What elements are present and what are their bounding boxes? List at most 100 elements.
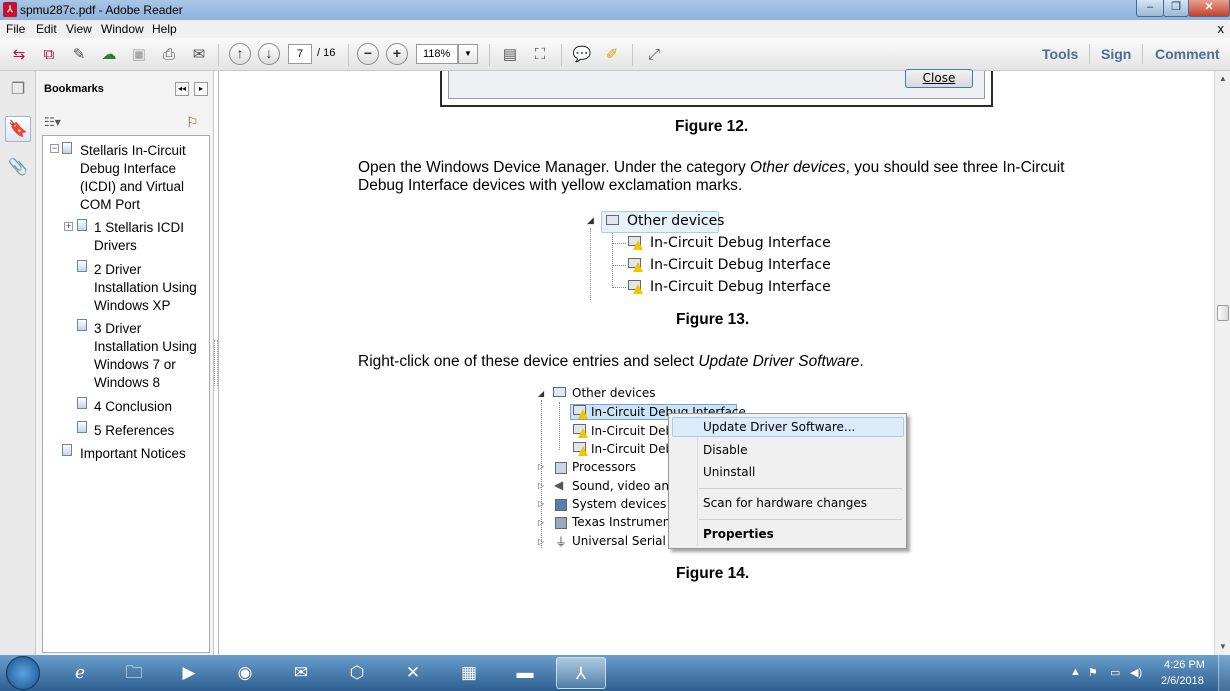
bookmarks-title: Bookmarks <box>44 83 104 95</box>
email-icon[interactable]: ✉ <box>188 44 210 66</box>
figure-14-caption: Figure 14. <box>676 565 750 582</box>
bookmarks-icon[interactable]: 🔖 <box>5 116 31 142</box>
fit-page-icon[interactable]: ▤ <box>499 44 521 66</box>
bookmark-tree: − Stellaris In-Circuit Debug Interface (… <box>42 135 210 653</box>
bookmark-line: Installation Using <box>94 339 197 354</box>
adobe-reader-icon: ⅄ <box>3 2 17 17</box>
menu-view[interactable]: View <box>66 22 92 36</box>
bookmarks-panel: Bookmarks ◂◂ ▸ ☷▾ ⚐ − Stellaris In-Circu… <box>36 71 214 655</box>
figure-13-caption: Figure 13. <box>676 311 750 328</box>
close-window-button[interactable]: ✕ <box>1188 0 1230 17</box>
action-center-icon[interactable]: ⚑ <box>1088 666 1098 679</box>
network-icon[interactable]: ▭ <box>1110 666 1120 679</box>
fullscreen-icon[interactable]: ⤢ <box>643 44 665 66</box>
scroll-up-icon[interactable]: ▲ <box>1215 71 1230 87</box>
bookmark-line: Drivers <box>94 238 137 253</box>
warning-triangle <box>633 240 643 250</box>
show-desktop-button[interactable] <box>1218 655 1230 691</box>
sign-link[interactable]: Sign <box>1101 46 1131 62</box>
bookmark-windows-xp[interactable]: 2 Driver Installation Using Windows XP <box>94 261 197 315</box>
menu-edit[interactable]: Edit <box>36 22 57 36</box>
taskbar: ℯ 🗀 ▶ ◉ ✉ ⬡ ✕ ▦ ▬ ⅄ ▲ ⚑ ▭ ◀) 4:26 PM 2/6… <box>0 655 1230 691</box>
bookmark-windows-7-8[interactable]: 3 Driver Installation Using Windows 7 or… <box>94 320 197 392</box>
navigation-rail: ❐ 🔖 📎 <box>0 71 36 655</box>
bookmark-line: 2 Driver <box>94 262 142 277</box>
highlight-icon[interactable]: ✐ <box>601 44 623 66</box>
menu-help[interactable]: Help <box>152 22 177 36</box>
toolbox-icon[interactable]: ▬ <box>500 657 550 689</box>
previous-page-icon[interactable]: ↑ <box>229 43 251 65</box>
texas-instruments-icon <box>555 517 567 529</box>
scroll-down-icon[interactable]: ▼ <box>1215 639 1230 655</box>
maximize-button[interactable]: ❐ <box>1163 0 1189 17</box>
edit-icon[interactable]: ✎ <box>68 44 90 66</box>
save-icon[interactable]: ▣ <box>128 44 150 66</box>
bookmark-line: Windows 7 or <box>94 357 176 372</box>
vertical-scrollbar[interactable]: ▲ ▼ <box>1214 71 1230 655</box>
expand-panel-icon[interactable]: ▸ <box>194 82 208 96</box>
fit-width-icon[interactable]: ⛶ <box>529 44 551 66</box>
next-page-icon[interactable]: ↓ <box>258 43 280 65</box>
adobe-reader-taskbar-icon[interactable]: ⅄ <box>556 657 606 689</box>
collapse-panel-icon[interactable]: ◂◂ <box>175 82 189 96</box>
clock-time[interactable]: 4:26 PM <box>1164 659 1205 671</box>
control-panel-icon[interactable]: ▦ <box>444 657 494 689</box>
tree-connector <box>612 243 626 244</box>
warning-device-icon <box>573 424 588 438</box>
menu-scan-hardware: Scan for hardware changes <box>703 496 868 510</box>
warning-device-icon <box>628 258 643 272</box>
category-processors: Processors <box>572 460 637 474</box>
tools-link[interactable]: Tools <box>1042 46 1078 62</box>
package-icon[interactable]: ⬡ <box>332 657 382 689</box>
tree-connector <box>590 228 591 300</box>
paragraph-2: Right-click one of these device entries … <box>358 353 1058 371</box>
internet-explorer-icon[interactable]: ℯ <box>55 657 105 689</box>
menu-file[interactable]: File <box>6 22 25 36</box>
bookmark-references[interactable]: 5 References <box>94 422 174 440</box>
excel-icon[interactable]: ✕ <box>388 657 438 689</box>
menu-separator <box>699 519 902 520</box>
menu-window[interactable]: Window <box>101 22 144 36</box>
attachments-icon[interactable]: 📎 <box>5 155 31 181</box>
zoom-in-button[interactable]: + <box>386 43 408 65</box>
file-explorer-icon[interactable]: 🗀 <box>109 657 159 689</box>
firefox-icon[interactable]: ◉ <box>220 657 270 689</box>
volume-icon[interactable]: ◀) <box>1130 666 1142 679</box>
close-document-icon[interactable]: x <box>1218 21 1225 36</box>
collapse-arrow-icon: ◢ <box>538 389 545 398</box>
start-button[interactable] <box>6 656 40 690</box>
bookmark-conclusion[interactable]: 4 Conclusion <box>94 398 172 416</box>
outlook-icon[interactable]: ✉ <box>276 657 326 689</box>
zoom-out-button[interactable]: − <box>357 43 379 65</box>
print-icon[interactable]: ⎙ <box>158 44 180 66</box>
media-player-icon[interactable]: ▶ <box>164 657 214 689</box>
expand-toggle-icon[interactable]: + <box>64 222 73 231</box>
unknown-device-icon <box>606 215 619 229</box>
bookmark-line: Windows XP <box>94 298 171 313</box>
tree-connector <box>612 265 626 266</box>
bookmark-line: Windows 8 <box>94 375 161 390</box>
page-number-input[interactable]: 7 <box>288 44 312 64</box>
sticky-note-icon[interactable]: 💬 <box>571 44 593 66</box>
tray-chevron-icon[interactable]: ▲ <box>1070 666 1081 678</box>
scroll-thumb[interactable] <box>1217 305 1229 321</box>
delete-bookmark-icon[interactable]: ⚐ <box>186 114 199 131</box>
warning-triangle <box>633 284 643 294</box>
expand-arrow-icon: ▷ <box>538 537 545 546</box>
collapse-toggle-icon[interactable]: − <box>50 144 59 153</box>
clock-date[interactable]: 2/6/2018 <box>1161 675 1204 687</box>
system-tray: ▲ ⚑ ▭ ◀) <box>1064 655 1230 691</box>
page-thumbnails-icon[interactable]: ❐ <box>5 77 31 103</box>
monitor-shape <box>606 215 619 225</box>
create-pdf-icon[interactable]: ⇆ <box>8 44 30 66</box>
minimize-button[interactable]: – <box>1136 0 1164 17</box>
comment-link[interactable]: Comment <box>1155 46 1220 62</box>
bookmark-icdi-drivers[interactable]: 1 Stellaris ICDI Drivers <box>94 219 184 255</box>
zoom-input[interactable]: 118% <box>416 44 458 64</box>
upload-icon[interactable]: ☁ <box>98 44 120 66</box>
bookmark-stellaris-icdi[interactable]: Stellaris In-Circuit Debug Interface (IC… <box>80 142 186 214</box>
bookmark-important-notices[interactable]: Important Notices <box>80 445 186 463</box>
zoom-dropdown-icon[interactable]: ▼ <box>458 44 478 64</box>
bookmark-options-icon[interactable]: ☷▾ <box>44 115 61 129</box>
combine-files-icon[interactable]: ⧉ <box>38 44 60 66</box>
